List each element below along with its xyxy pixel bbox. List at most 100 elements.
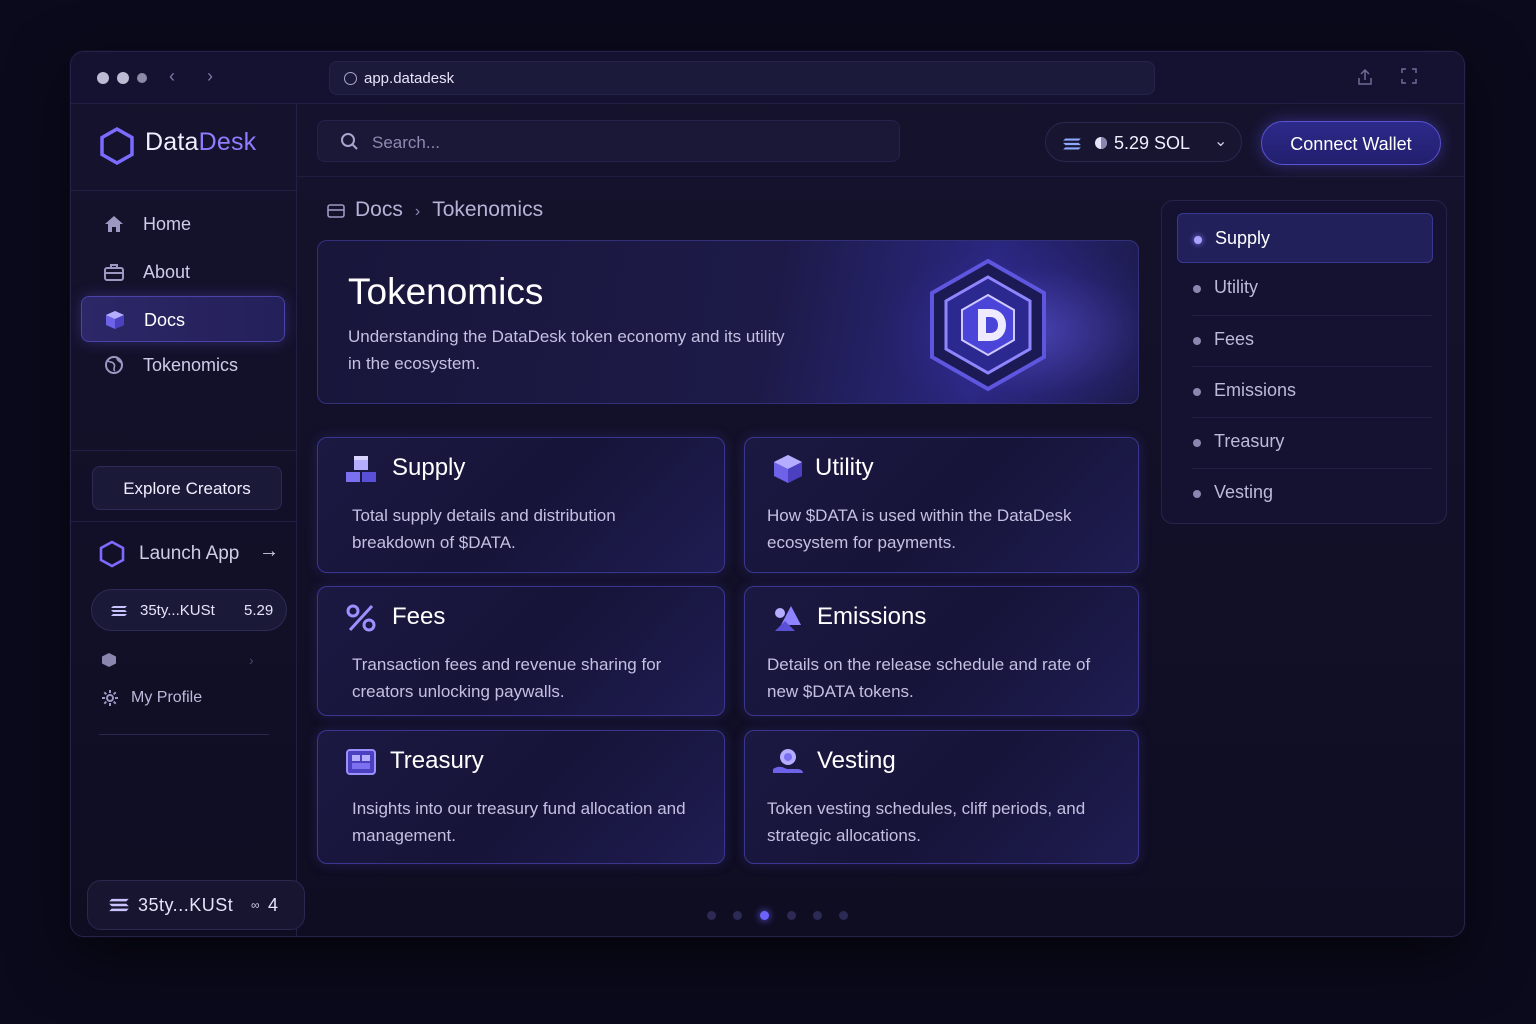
toc-bullet [1193, 439, 1201, 447]
percent-icon [346, 604, 376, 632]
pager-dot[interactable] [787, 911, 796, 920]
sidebar-item-home[interactable]: Home [81, 201, 285, 247]
back-arrow-icon[interactable]: ‹ [169, 66, 175, 87]
forward-arrow-icon[interactable]: › [207, 66, 213, 87]
search-icon [341, 133, 358, 150]
card-title: Utility [815, 454, 874, 481]
address-bar[interactable]: app.datadesk [329, 61, 1155, 95]
pager-dot[interactable] [839, 911, 848, 920]
card-description: Total supply details and distribution br… [352, 506, 616, 552]
card-treasury[interactable]: Treasury Insights into our treasury fund… [317, 730, 725, 864]
card-fees[interactable]: Fees Transaction fees and revenue sharin… [317, 586, 725, 716]
brand-name: DataDesk [145, 128, 257, 156]
cube-small-icon[interactable] [101, 652, 117, 668]
globe-icon [105, 356, 123, 374]
pager-dot[interactable] [813, 911, 822, 920]
sidebar-divider [71, 450, 297, 451]
toc-item-treasury[interactable]: Treasury [1177, 417, 1433, 467]
card-utility[interactable]: Utility How $DATA is used within the Dat… [744, 437, 1139, 573]
toc-item-fees[interactable]: Fees [1177, 315, 1433, 365]
card-title: Vesting [817, 747, 896, 774]
card-vesting[interactable]: Vesting Token vesting schedules, cliff p… [744, 730, 1139, 864]
toc-bullet [1193, 285, 1201, 293]
coins-stack-icon [346, 456, 376, 482]
solana-icon [109, 898, 129, 912]
page-title: Tokenomics [348, 271, 544, 312]
sidebar-item-label: Docs [144, 310, 186, 330]
card-description: Insights into our treasury fund allocati… [352, 799, 686, 845]
hexagon-logo-icon [100, 126, 134, 166]
wallet-balance: 5.29 [244, 602, 274, 619]
launch-app-label: Launch App [139, 543, 240, 564]
toc-item-utility[interactable]: Utility [1177, 263, 1433, 313]
card-description: Transaction fees and revenue sharing for… [352, 655, 662, 701]
toc-bullet [1194, 236, 1202, 244]
search-input[interactable]: Search... [317, 120, 900, 162]
bottom-wallet-count: 4 [268, 895, 279, 915]
token-icon [1095, 137, 1107, 149]
window-minimize-dot[interactable] [117, 72, 129, 84]
card-title: Supply [392, 454, 466, 481]
window-close-dot[interactable] [97, 72, 109, 84]
card-description: How $DATA is used within the DataDesk ec… [767, 506, 1072, 552]
share-icon[interactable] [1357, 68, 1375, 86]
fullscreen-icon[interactable] [1401, 68, 1419, 86]
breadcrumb-current: Tokenomics [432, 198, 544, 221]
connect-wallet-button[interactable]: Connect Wallet [1261, 121, 1441, 165]
sidebar-divider [71, 190, 297, 191]
card-description: Details on the release schedule and rate… [767, 655, 1091, 701]
arrow-right-icon: → [259, 540, 279, 562]
bottom-wallet-pill[interactable]: 35ty...KUSt ∞ 4 [87, 880, 305, 930]
toc-bullet [1193, 388, 1201, 396]
browser-titlebar: ‹ › app.datadesk [71, 52, 1464, 104]
header-divider [297, 176, 1464, 177]
cube-icon [774, 455, 802, 483]
toc-label: Utility [1214, 277, 1258, 297]
card-title: Fees [392, 603, 446, 630]
window-maximize-dot[interactable] [137, 73, 147, 83]
toc-item-supply[interactable]: Supply [1177, 213, 1433, 263]
chevron-right-icon[interactable]: › [249, 652, 254, 668]
link-icon: ∞ [251, 898, 260, 912]
solana-icon [1063, 138, 1081, 150]
page-subtitle: Understanding the DataDesk token economy… [348, 327, 785, 373]
card-supply[interactable]: Supply Total supply details and distribu… [317, 437, 725, 573]
sidebar-item-about[interactable]: About [81, 249, 285, 295]
breadcrumb-separator: › [414, 203, 421, 220]
toc-label: Emissions [1214, 380, 1297, 400]
wallet-pill[interactable]: 35ty...KUSt 5.29 [91, 589, 287, 631]
toc-item-emissions[interactable]: Emissions [1177, 366, 1433, 416]
card-title: Treasury [390, 747, 484, 774]
home-icon [105, 216, 123, 232]
breadcrumb-docs[interactable]: Docs [355, 198, 403, 221]
hexagon-icon [99, 540, 125, 568]
gear-icon [102, 690, 118, 706]
hand-coin-icon [773, 749, 803, 773]
pager-dot[interactable] [707, 911, 716, 920]
toc-label: Treasury [1214, 431, 1285, 451]
app-window: ‹ › app.datadesk DataDesk Home About Doc… [70, 51, 1465, 937]
wallet-address: 35ty...KUSt [140, 602, 215, 619]
sidebar-item-tokenomics[interactable]: Tokenomics [81, 342, 285, 388]
sidebar-item-label: Home [143, 214, 192, 234]
sol-balance-dropdown[interactable]: 5.29 SOL ⌄ [1045, 122, 1242, 162]
briefcase-icon [104, 264, 124, 281]
toc-label: Supply [1215, 228, 1271, 248]
toc-label: Fees [1214, 329, 1255, 349]
sidebar-item-label: About [143, 262, 191, 282]
vault-icon [346, 749, 376, 775]
sidebar-divider [99, 734, 269, 735]
pager-dot[interactable] [733, 911, 742, 920]
explore-creators-button[interactable]: Explore Creators [92, 466, 282, 510]
toc-item-vesting[interactable]: Vesting [1177, 468, 1433, 518]
card-title: Emissions [817, 603, 927, 630]
table-of-contents: Supply Utility Fees Emissions Treasury V… [1161, 200, 1447, 524]
launch-app-button[interactable]: Launch App → [99, 540, 279, 570]
cube-icon [106, 311, 124, 329]
docs-icon [327, 204, 345, 218]
pager-dot-active[interactable] [760, 911, 769, 920]
toc-bullet [1193, 337, 1201, 345]
sidebar-item-docs[interactable]: Docs [81, 296, 285, 342]
card-emissions[interactable]: Emissions Details on the release schedul… [744, 586, 1139, 716]
site-info-icon[interactable] [344, 72, 357, 85]
